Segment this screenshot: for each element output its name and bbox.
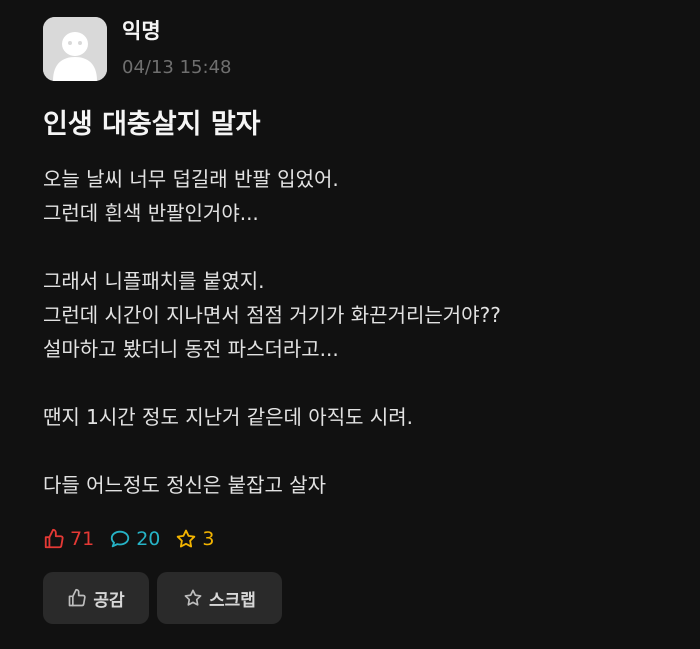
author-name: 익명 <box>122 19 161 43</box>
like-count-value: 71 <box>70 528 95 550</box>
star-icon <box>177 529 196 548</box>
like-button-label: 공감 <box>93 590 125 611</box>
scrap-count-value: 3 <box>202 528 215 550</box>
speech-bubble-icon <box>111 530 130 548</box>
thumbs-up-icon <box>69 588 87 607</box>
comment-count-value: 20 <box>136 528 161 550</box>
post-actions: 공감 스크랩 <box>43 572 290 624</box>
post-stats: 71 20 3 <box>43 528 229 550</box>
comment-count: 20 <box>109 528 160 550</box>
scrap-button-label: 스크랩 <box>209 590 256 611</box>
post-meta: 익명 04/13 15:48 <box>122 18 231 80</box>
post-header: 익명 04/13 15:48 <box>43 17 231 81</box>
post-content: 오늘 날씨 너무 덥길래 반팔 입었어. 그런데 흰색 반팔인거야... 그래서… <box>43 167 501 497</box>
post-title: 인생 대충살지 말자 <box>43 109 261 140</box>
scrap-count: 3 <box>175 528 214 550</box>
post-timestamp: 04/13 15:48 <box>122 57 232 78</box>
default-avatar-icon <box>43 17 107 81</box>
like-button[interactable]: 공감 <box>43 572 149 624</box>
like-count: 71 <box>43 528 94 550</box>
scrap-button[interactable]: 스크랩 <box>157 572 282 624</box>
post-view: 익명 04/13 15:48 인생 대충살지 말자 오늘 날씨 너무 덥길래 반… <box>0 0 700 649</box>
thumbs-up-icon <box>44 528 64 549</box>
star-icon <box>184 589 202 606</box>
